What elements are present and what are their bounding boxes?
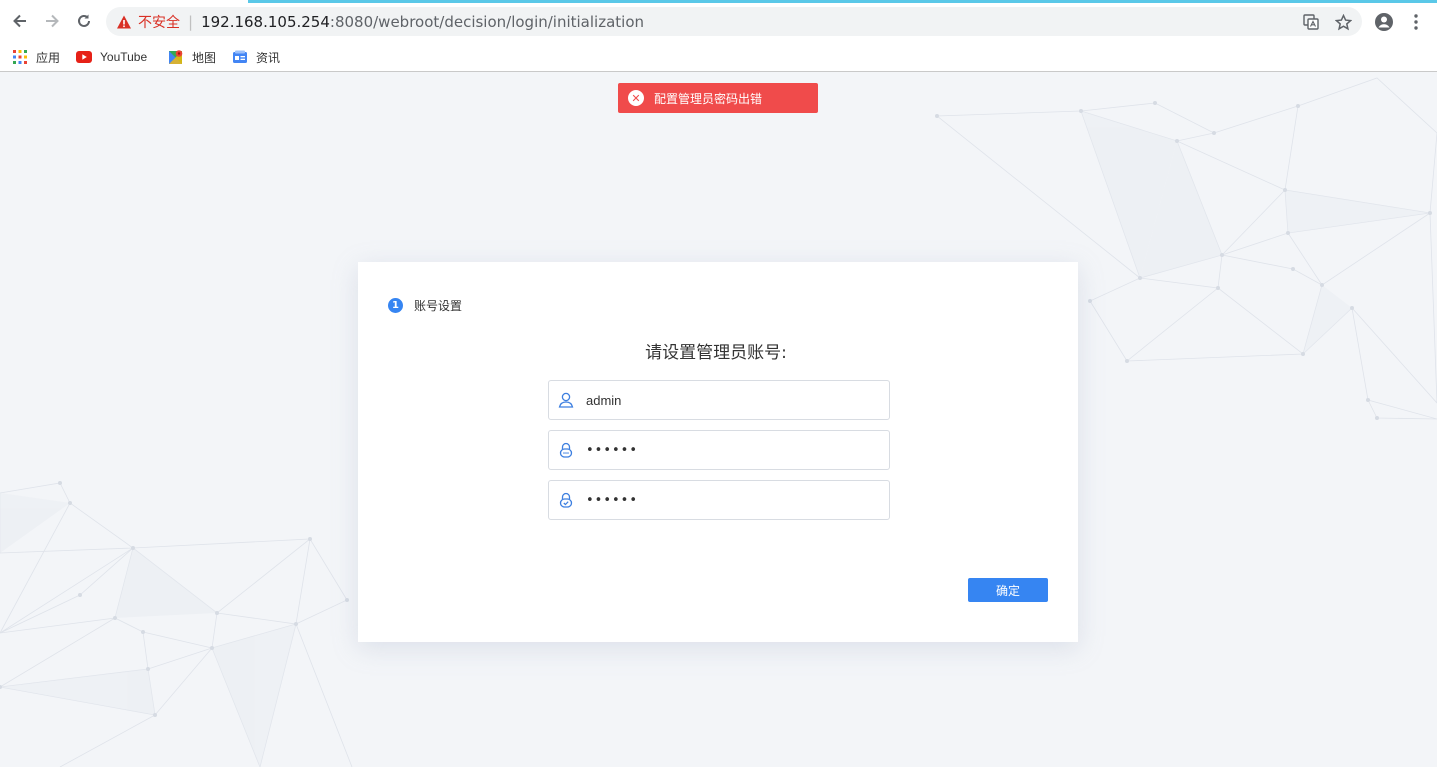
- url-separator: |: [188, 12, 194, 31]
- step-number: 1: [388, 298, 403, 313]
- lock-icon: [558, 442, 574, 458]
- address-bar[interactable]: 不安全 | 192.168.105.254 :8080/webroot/deci…: [106, 7, 1362, 36]
- bookmark-youtube[interactable]: YouTube: [76, 47, 147, 67]
- username-field[interactable]: [548, 380, 890, 420]
- password-field[interactable]: ••••••: [548, 430, 890, 470]
- username-input[interactable]: [586, 392, 866, 408]
- page-content: ✕ 配置管理员密码出错 1 账号设置 请设置管理员账号: •••••• ••••…: [0, 73, 1437, 767]
- reload-button[interactable]: [73, 10, 95, 32]
- step-indicator: 1 账号设置: [388, 297, 462, 314]
- apps-grid-icon: [12, 49, 28, 65]
- error-message: 配置管理员密码出错: [654, 91, 763, 106]
- bookmark-news[interactable]: 资讯: [232, 47, 280, 67]
- account-icon: [1375, 13, 1393, 31]
- step-label: 账号设置: [414, 299, 463, 313]
- youtube-icon: [76, 49, 92, 65]
- error-close-icon[interactable]: ✕: [628, 90, 644, 106]
- back-button[interactable]: [9, 10, 31, 32]
- password-input[interactable]: ••••••: [586, 443, 638, 458]
- more-vert-icon: [1414, 14, 1418, 30]
- warning-icon: [116, 14, 132, 30]
- page-load-progress: [248, 0, 1437, 3]
- news-icon: [232, 49, 248, 65]
- browser-toolbar: 不安全 | 192.168.105.254 :8080/webroot/deci…: [0, 0, 1437, 43]
- translate-icon[interactable]: [1302, 13, 1320, 31]
- maps-icon: [168, 49, 184, 65]
- account-setup-card: 1 账号设置 请设置管理员账号: •••••• •••••• 确定: [358, 262, 1078, 642]
- error-toast: ✕ 配置管理员密码出错: [618, 83, 818, 113]
- url-path: :8080/webroot/decision/login/initializat…: [329, 12, 645, 31]
- bookmark-apps[interactable]: 应用: [12, 47, 60, 67]
- bookmark-label: 地图: [192, 50, 217, 65]
- user-icon: [558, 392, 574, 408]
- arrow-left-icon: [13, 14, 26, 28]
- forward-button[interactable]: [41, 10, 63, 32]
- bookmark-label: YouTube: [100, 50, 148, 64]
- menu-button[interactable]: [1405, 11, 1427, 33]
- bookmark-label: 资讯: [256, 50, 281, 65]
- lock-check-icon: [558, 492, 574, 508]
- bookmarks-bar: 应用 YouTube 地图 资讯: [0, 43, 1437, 72]
- confirm-button[interactable]: 确定: [968, 578, 1048, 602]
- security-status[interactable]: 不安全: [138, 12, 180, 32]
- page-title: 请设置管理员账号:: [645, 343, 787, 363]
- confirm-password-field[interactable]: ••••••: [548, 480, 890, 520]
- bookmark-maps[interactable]: 地图: [168, 47, 216, 67]
- star-icon[interactable]: [1334, 13, 1352, 31]
- url-host: 192.168.105.254: [201, 12, 330, 31]
- bookmark-label: 应用: [36, 50, 61, 65]
- confirm-password-input[interactable]: ••••••: [586, 493, 638, 508]
- reload-icon: [78, 14, 90, 27]
- account-button[interactable]: [1373, 11, 1395, 33]
- arrow-right-icon: [46, 14, 59, 28]
